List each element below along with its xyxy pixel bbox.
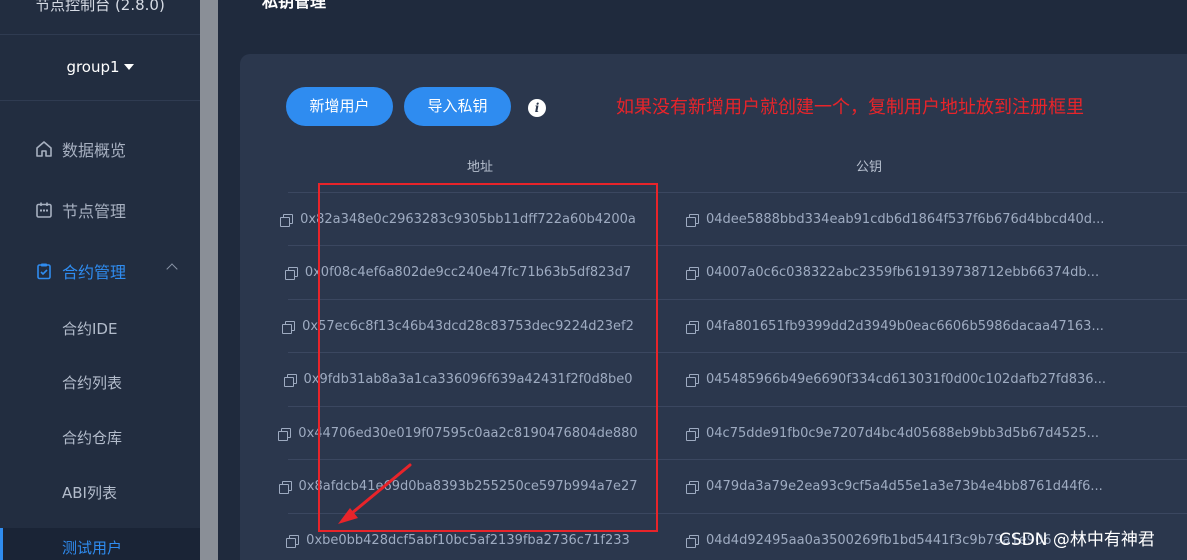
import-private-key-button[interactable]: 导入私钥 (404, 87, 511, 126)
public-key-text: 04c75dde91fb0c9e7207d4bc4d05688eb9bb3d5b… (706, 425, 1100, 441)
address-text: 0x0f08c4ef6a802de9cc240e47fc71b63b5df823… (304, 265, 632, 280)
page-title: 私钥管理 (262, 0, 327, 11)
group-selector[interactable]: group1 (0, 55, 200, 79)
table-row: 0x9fdb31ab8a3a1ca336096f639a42431f2f0d8b… (283, 354, 1187, 407)
chevron-up-icon (166, 263, 178, 275)
address-cell[interactable]: 0x82a348e0c2963283c9305bb11dff722a60b420… (280, 193, 636, 245)
sidebar-item-abi-list[interactable]: ABI列表 (0, 473, 200, 513)
info-icon[interactable]: i (528, 99, 546, 117)
copy-icon[interactable] (686, 213, 699, 227)
nav-item-node-management[interactable]: 节点管理 (0, 190, 200, 230)
column-header-public-key: 公钥 (856, 160, 883, 175)
public-key-cell[interactable]: 04007a0c6c038322abc2359fb619139738712ebb… (686, 247, 1099, 299)
copy-icon[interactable] (686, 427, 699, 441)
nav-item-label: 合约管理 (62, 263, 127, 282)
public-key-cell[interactable]: 0479da3a79e2ea93c9cf5a4d55e1a3e73b4e4bb8… (686, 461, 1103, 513)
public-key-text: 045485966b49e6690f334cd613031f0d00c102da… (706, 372, 1106, 387)
annotation-arrow (338, 463, 412, 524)
sidebar-divider (0, 100, 200, 101)
public-key-text: 04007a0c6c038322abc2359fb619139738712ebb… (706, 265, 1100, 280)
copy-icon[interactable] (686, 267, 699, 280)
clipboard-icon (34, 261, 54, 281)
copy-icon[interactable] (686, 481, 699, 494)
table-row: 0x0f08c4ef6a802de9cc240e47fc71b63b5df823… (284, 247, 1187, 300)
annotation-text: 如果没有新增用户就创建一个，复制用户地址放到注册框里 (616, 97, 1084, 118)
app-title: 节点控制台 (2.8.0) (35, 0, 165, 14)
public-key-text: 04fa801651fb9399dd2d3949b0eac6606b5986da… (706, 318, 1104, 334)
public-key-text: 0479da3a79e2ea93c9cf5a4d55e1a3e73b4e4bb8… (706, 479, 1103, 494)
sidebar-item-contract-ide[interactable]: 合约IDE (0, 309, 200, 349)
sidebar-divider (0, 34, 200, 35)
address-text: 0x82a348e0c2963283c9305bb11dff722a60b420… (300, 211, 636, 227)
sidebar: 节点控制台 (2.8.0) group1 数据概览 节点管理 合约管理 合约ID… (0, 0, 200, 560)
watermark: CSDN @林中有神君 (999, 530, 1155, 550)
app-root: 节点控制台 (2.8.0) group1 数据概览 节点管理 合约管理 合约ID… (0, 0, 1187, 560)
table-row: 0x57ec6c8f13c46b43dcd28c83753dec9224d23e… (282, 300, 1187, 353)
public-key-cell[interactable]: 045485966b49e6690f334cd613031f0d00c102da… (686, 354, 1106, 406)
add-user-button[interactable]: 新增用户 (286, 87, 393, 126)
copy-icon[interactable] (686, 534, 699, 548)
address-cell[interactable]: 0x0f08c4ef6a802de9cc240e47fc71b63b5df823… (284, 247, 632, 299)
address-text: 0xbe0bb428dcf5abf10bc5af2139fba2736c71f2… (306, 532, 630, 548)
copy-icon[interactable] (686, 320, 699, 334)
nav-item-contract-management[interactable]: 合约管理 (0, 251, 200, 291)
public-key-cell[interactable]: 04dee5888bbd334eab91cdb6d1864f537f6b676d… (686, 193, 1104, 245)
copy-icon[interactable] (278, 481, 292, 494)
copy-icon[interactable] (283, 374, 297, 387)
copy-icon[interactable] (280, 213, 294, 227)
copy-icon[interactable] (282, 320, 296, 334)
sidebar-item-contract-list[interactable]: 合约列表 (0, 363, 200, 403)
main-content: 私钥管理 新增用户 导入私钥 i 如果没有新增用户就创建一个，复制用户地址放到注… (218, 0, 1187, 560)
address-text: 0x57ec6c8f13c46b43dcd28c83753dec9224d23e… (302, 318, 634, 334)
public-key-text: 04dee5888bbd334eab91cdb6d1864f537f6b676d… (706, 211, 1105, 227)
sidebar-scrollbar[interactable] (200, 0, 218, 560)
copy-icon[interactable] (286, 534, 300, 548)
address-cell[interactable]: 0x44706ed30e019f07595c0aa2c8190476804de8… (278, 407, 638, 459)
address-cell[interactable]: 0x9fdb31ab8a3a1ca336096f639a42431f2f0d8b… (283, 354, 633, 406)
table-row: 0x44706ed30e019f07595c0aa2c8190476804de8… (278, 407, 1187, 460)
copy-icon[interactable] (284, 267, 298, 280)
home-icon (34, 139, 54, 159)
nav-item-data-overview[interactable]: 数据概览 (0, 129, 200, 169)
caret-down-icon (123, 64, 134, 70)
address-text: 0x9fdb31ab8a3a1ca336096f639a42431f2f0d8b… (303, 372, 633, 387)
table-row: 0x8afdcb41e69d0ba8393b255250ce597b994a7e… (278, 461, 1187, 514)
public-key-cell[interactable]: 04d4d92495aa0a3500269fb1bd5441f3c9b79a1e… (686, 514, 1052, 560)
copy-icon[interactable] (278, 427, 292, 441)
group-selector-label: group1 (66, 58, 120, 76)
public-key-cell[interactable]: 04c75dde91fb0c9e7207d4bc4d05688eb9bb3d5b… (686, 407, 1099, 459)
copy-icon[interactable] (686, 374, 699, 387)
nav-item-label: 节点管理 (62, 202, 127, 221)
calendar-icon (34, 200, 54, 220)
nav-item-label: 数据概览 (62, 141, 127, 160)
column-header-address: 地址 (467, 160, 494, 175)
public-key-cell[interactable]: 04fa801651fb9399dd2d3949b0eac6606b5986da… (686, 300, 1104, 352)
sidebar-item-contract-repository[interactable]: 合约仓库 (0, 418, 200, 458)
table-row: 0x82a348e0c2963283c9305bb11dff722a60b420… (280, 193, 1187, 246)
address-cell[interactable]: 0x57ec6c8f13c46b43dcd28c83753dec9224d23e… (282, 300, 634, 352)
sidebar-item-test-users[interactable]: 测试用户 (0, 528, 200, 560)
address-text: 0x44706ed30e019f07595c0aa2c8190476804de8… (298, 425, 638, 441)
